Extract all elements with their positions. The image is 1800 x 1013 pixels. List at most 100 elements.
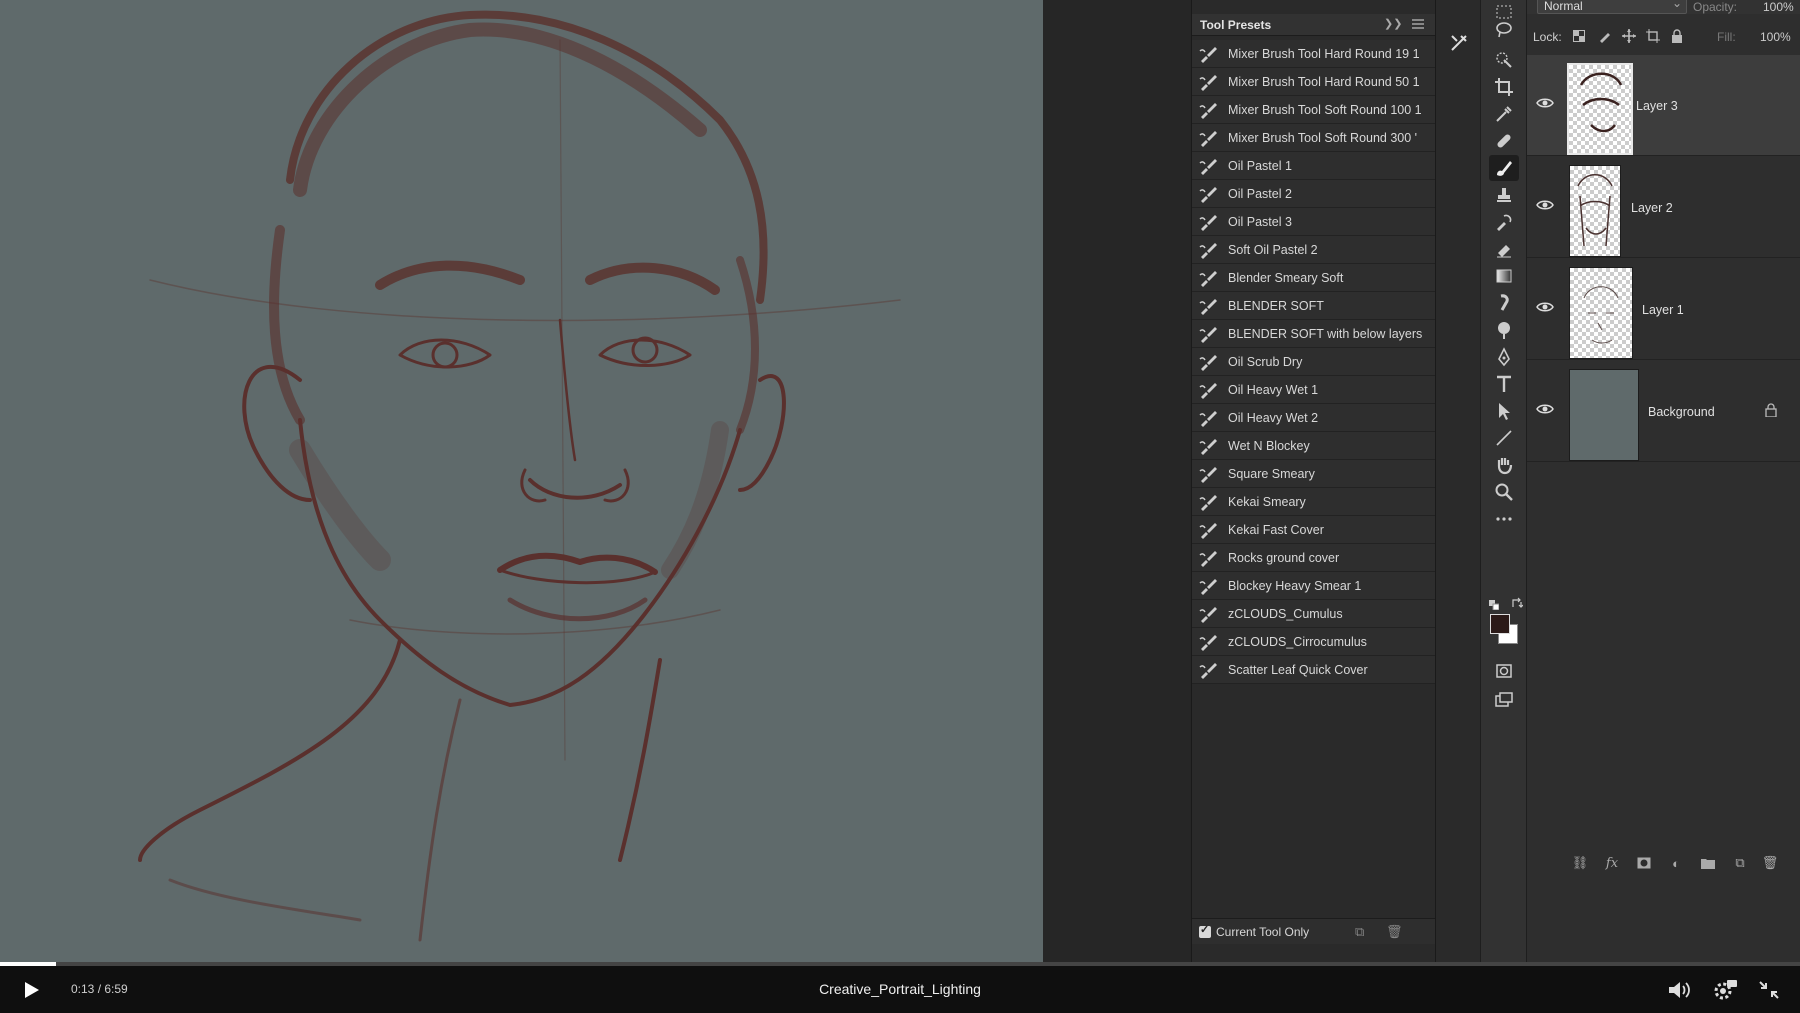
- tool-presets-panel: Tool Presets ❯❯ Mixer Brush Tool Hard Ro…: [1191, 0, 1436, 962]
- tool-preset-item[interactable]: Mixer Brush Tool Hard Round 50 1: [1192, 68, 1436, 96]
- dodge-icon[interactable]: [1489, 317, 1519, 343]
- lock-artboard-icon[interactable]: [1645, 28, 1661, 44]
- tool-preset-item[interactable]: Blockey Heavy Smear 1: [1192, 572, 1436, 600]
- tool-preset-item[interactable]: zCLOUDS_Cumulus: [1192, 600, 1436, 628]
- gradient-icon[interactable]: [1489, 263, 1519, 289]
- panel-menu-icon[interactable]: [1412, 19, 1424, 29]
- tool-preset-item[interactable]: Blender Smeary Soft: [1192, 264, 1436, 292]
- tool-preset-item[interactable]: Kekai Fast Cover: [1192, 516, 1436, 544]
- tool-preset-item[interactable]: BLENDER SOFT with below layers: [1192, 320, 1436, 348]
- layer-name[interactable]: Layer 3: [1636, 99, 1678, 113]
- tool-preset-item[interactable]: Soft Oil Pastel 2: [1192, 236, 1436, 264]
- mixer-brush-icon: [1198, 268, 1220, 288]
- exit-fullscreen-icon[interactable]: [1756, 978, 1782, 1002]
- document-canvas[interactable]: [0, 0, 1043, 962]
- fill-value[interactable]: 100%: [1760, 30, 1791, 44]
- layers-panel: Normal Opacity: 100% Lock: Fill: 100% La…: [1527, 0, 1800, 962]
- layer-style-fx-icon[interactable]: fx: [1603, 854, 1621, 872]
- play-button[interactable]: [20, 979, 42, 1001]
- volume-icon[interactable]: [1666, 978, 1692, 1002]
- tool-preset-label: Oil Heavy Wet 1: [1228, 382, 1319, 397]
- lock-image-pixels-icon[interactable]: [1597, 28, 1613, 44]
- opacity-label: Opacity:: [1693, 0, 1738, 14]
- tool-preset-item[interactable]: Oil Pastel 2: [1192, 180, 1436, 208]
- tool-preset-item[interactable]: Scatter Leaf Quick Cover: [1192, 656, 1436, 684]
- tool-preset-label: Kekai Smeary: [1228, 494, 1306, 509]
- layer-name[interactable]: Background: [1648, 405, 1715, 419]
- swap-colors-icon[interactable]: [1511, 596, 1524, 608]
- opacity-value[interactable]: 100%: [1763, 0, 1794, 14]
- lock-all-icon[interactable]: [1669, 28, 1685, 44]
- tool-preset-item[interactable]: Square Smeary: [1192, 460, 1436, 488]
- eyedropper-icon[interactable]: [1489, 101, 1519, 127]
- settings-icon[interactable]: [1712, 978, 1738, 1002]
- layer-thumbnail: [1569, 165, 1621, 257]
- pen-icon[interactable]: [1489, 344, 1519, 370]
- quick-selection-icon[interactable]: [1489, 47, 1519, 73]
- tool-preset-item[interactable]: Rocks ground cover: [1192, 544, 1436, 572]
- tool-preset-item[interactable]: Oil Pastel 3: [1192, 208, 1436, 236]
- visibility-eye-icon[interactable]: [1536, 402, 1554, 416]
- new-preset-icon[interactable]: ⧉: [1355, 924, 1364, 940]
- type-icon[interactable]: [1489, 371, 1519, 397]
- layer-row-layer-1[interactable]: Layer 1: [1527, 259, 1800, 360]
- healing-brush-icon[interactable]: [1489, 128, 1519, 154]
- tool-preset-item[interactable]: Mixer Brush Tool Soft Round 300 ': [1192, 124, 1436, 152]
- hand-icon[interactable]: [1489, 452, 1519, 478]
- zoom-icon[interactable]: [1489, 479, 1519, 505]
- tool-presets-header: Tool Presets ❯❯: [1192, 14, 1436, 36]
- line-icon[interactable]: [1489, 425, 1519, 451]
- new-group-icon[interactable]: [1699, 854, 1717, 872]
- link-layers-icon[interactable]: ⛓: [1571, 854, 1589, 872]
- adjustment-layer-icon[interactable]: ◐: [1667, 854, 1685, 872]
- visibility-eye-icon[interactable]: [1536, 96, 1554, 110]
- crop-icon[interactable]: [1489, 74, 1519, 100]
- new-layer-icon[interactable]: ⧉: [1731, 854, 1749, 872]
- mixer-brush-icon: [1198, 660, 1220, 680]
- layer-lock-icon[interactable]: [1765, 403, 1777, 417]
- layer-name[interactable]: Layer 1: [1642, 303, 1684, 317]
- tools-panel: [1480, 0, 1527, 962]
- tool-preset-item[interactable]: Oil Pastel 1: [1192, 152, 1436, 180]
- lock-position-icon[interactable]: [1621, 28, 1637, 44]
- blend-mode-select[interactable]: Normal: [1537, 0, 1687, 14]
- tool-preset-item[interactable]: Oil Scrub Dry: [1192, 348, 1436, 376]
- tool-preset-item[interactable]: Oil Heavy Wet 1: [1192, 376, 1436, 404]
- layer-row-layer-2[interactable]: Layer 2: [1527, 157, 1800, 258]
- tool-preset-item[interactable]: Mixer Brush Tool Hard Round 19 1: [1192, 40, 1436, 68]
- foreground-color-swatch[interactable]: [1490, 614, 1510, 634]
- tool-preset-item[interactable]: Mixer Brush Tool Soft Round 100 1: [1192, 96, 1436, 124]
- delete-preset-icon[interactable]: 🗑: [1386, 924, 1403, 940]
- visibility-eye-icon[interactable]: [1536, 198, 1554, 212]
- tool-preset-item[interactable]: BLENDER SOFT: [1192, 292, 1436, 320]
- visibility-eye-icon[interactable]: [1536, 300, 1554, 314]
- more-tools-icon[interactable]: [1489, 506, 1519, 532]
- lasso-icon[interactable]: [1489, 17, 1519, 43]
- eraser-icon[interactable]: [1489, 236, 1519, 262]
- delete-layer-icon[interactable]: 🗑: [1761, 854, 1779, 872]
- collapse-panel-icon[interactable]: ❯❯: [1384, 17, 1402, 30]
- layer-name[interactable]: Layer 2: [1631, 201, 1673, 215]
- tool-preset-item[interactable]: Wet N Blockey: [1192, 432, 1436, 460]
- path-selection-icon[interactable]: [1489, 398, 1519, 424]
- current-tool-only-checkbox[interactable]: [1199, 923, 1211, 938]
- tool-preset-item[interactable]: Oil Heavy Wet 2: [1192, 404, 1436, 432]
- layer-row-layer-3[interactable]: Layer 3: [1527, 55, 1800, 156]
- tool-presets-dock-icon[interactable]: [1446, 30, 1472, 56]
- clone-stamp-icon[interactable]: [1489, 182, 1519, 208]
- quick-mask-icon[interactable]: [1489, 658, 1519, 684]
- tool-preset-label: Mixer Brush Tool Hard Round 19 1: [1228, 46, 1420, 61]
- tool-presets-list: Mixer Brush Tool Hard Round 19 1 Mixer Br…: [1192, 40, 1436, 684]
- smudge-icon[interactable]: [1489, 290, 1519, 316]
- add-mask-icon[interactable]: [1635, 854, 1653, 872]
- layer-row-background[interactable]: Background: [1527, 361, 1800, 462]
- layers-bottom-bar: ⛓ fx ◐ ⧉ 🗑: [1527, 850, 1800, 876]
- tool-preset-label: Soft Oil Pastel 2: [1228, 242, 1318, 257]
- lock-transparent-pixels-icon[interactable]: [1571, 28, 1587, 44]
- default-colors-icon[interactable]: [1489, 597, 1500, 611]
- tool-preset-item[interactable]: Kekai Smeary: [1192, 488, 1436, 516]
- tool-preset-item[interactable]: zCLOUDS_Cirrocumulus: [1192, 628, 1436, 656]
- history-brush-icon[interactable]: [1489, 209, 1519, 235]
- screen-mode-icon[interactable]: [1489, 687, 1519, 713]
- brush-icon[interactable]: [1489, 155, 1519, 181]
